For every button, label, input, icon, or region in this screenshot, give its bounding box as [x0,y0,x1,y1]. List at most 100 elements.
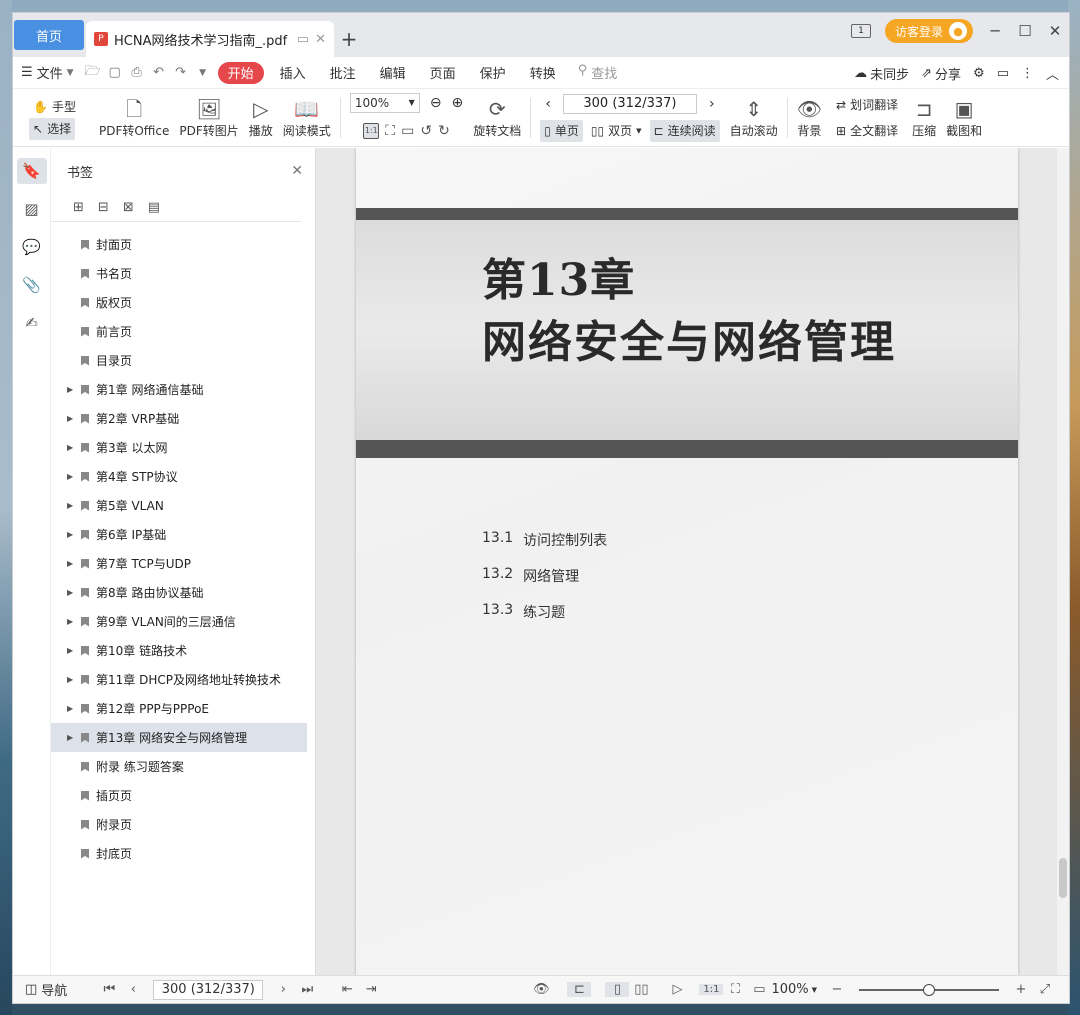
vertical-scrollbar[interactable] [1057,148,1069,975]
expand-arrow-icon[interactable]: ▶ [67,733,77,742]
expand-arrow-icon[interactable]: ▶ [67,617,77,626]
page-number-input[interactable]: 300 (312/337) [562,93,697,114]
bookmark-item[interactable]: ▶ 第11章 DHCP及网络地址转换技术 [51,665,307,694]
double-page-button[interactable]: ▯▯ 双页 ▼ [587,120,646,142]
full-translate-button[interactable]: ⊞ 全文翻译 [832,120,902,142]
compress-button[interactable]: ⊐ 压缩 [912,96,936,139]
last-page-icon[interactable]: ⏭ [295,982,319,997]
next-page-icon[interactable]: › [709,96,715,112]
bookmark-item[interactable]: ▶ 第12章 PPP与PPPoE [51,694,307,723]
maximize-icon[interactable]: ☐ [1017,22,1033,40]
rotate-document-button[interactable]: ⟳ 旋转文档 [473,96,521,139]
first-page-icon[interactable]: ⏮ [97,982,121,997]
fit-width-icon[interactable]: ▭ [747,982,771,997]
fit-width-icon[interactable]: ▭ [401,123,414,139]
close-window-icon[interactable]: ✕ [1047,22,1063,40]
bookmark-item[interactable]: ▶ 第7章 TCP与UDP [51,549,307,578]
select-tool[interactable]: ↖ 选择 [29,117,76,140]
print-icon[interactable]: ⎙ [126,65,148,80]
file-menu[interactable]: ☰ 文件 ▼ [21,63,74,82]
expand-arrow-icon[interactable]: ▶ [67,704,77,713]
pin-icon[interactable]: ▭ [297,32,309,47]
menu-insert[interactable]: 插入 [268,63,318,82]
single-page-mode-icon[interactable]: ▯ [605,982,630,997]
bookmark-item[interactable]: ▶ 第3章 以太网 [51,433,307,462]
continuous-mode-icon[interactable]: ⊏ [567,982,592,997]
redo-icon[interactable]: ↷ [170,65,192,80]
comment-panel-icon[interactable]: 💬 [17,234,47,260]
attachment-icon[interactable]: 📎 [17,272,47,298]
bookmark-item[interactable]: ▶ 第13章 网络安全与网络管理 [51,723,307,752]
add-sub-bookmark-icon[interactable]: ⊟ [98,200,109,215]
actual-size-icon[interactable]: 1:1 [699,984,724,995]
screenshot-button[interactable]: ▣ 截图和 [946,96,982,139]
nav-toggle[interactable]: ◫ 导航 [25,980,67,999]
undo-icon[interactable]: ↶ [148,65,170,80]
bookmark-item[interactable]: 附录页 [51,810,307,839]
bookmark-item[interactable]: 附录 练习题答案 [51,752,307,781]
bookmark-item[interactable]: ▶ 第2章 VRP基础 [51,404,307,433]
bookmark-item[interactable]: 插页页 [51,781,307,810]
bookmark-item[interactable]: ▶ 第9章 VLAN间的三层通信 [51,607,307,636]
more-dropdown-icon[interactable]: ▼ [192,68,214,78]
word-translate-button[interactable]: ⇄ 划词翻译 [832,94,902,116]
sync-status[interactable]: ☁ 未同步 [854,64,909,83]
expand-arrow-icon[interactable]: ▶ [67,385,77,394]
expand-arrow-icon[interactable]: ▶ [67,675,77,684]
continuous-reading-button[interactable]: ⊏ 连续阅读 [649,119,720,142]
background-button[interactable]: 👁 背景 [797,96,822,139]
bookmark-item[interactable]: 封底页 [51,839,307,868]
document-tab[interactable]: P HCNA网络技术学习指南_.pdf ▭ ✕ [86,21,334,57]
bookmark-add-icon[interactable]: ⊠ [123,200,134,215]
search-box[interactable]: ⚲ 查找 [578,63,618,82]
expand-arrow-icon[interactable]: ▶ [67,472,77,481]
fit-page-icon[interactable]: ⛶ [385,123,395,139]
bookmark-item[interactable]: ▶ 第8章 路由协议基础 [51,578,307,607]
status-zoom-select[interactable]: 100% ▼ [771,982,817,997]
play-icon[interactable]: ▷ [665,982,689,997]
fullscreen-icon[interactable]: ⤢ [1033,982,1057,997]
pdf-to-image-button[interactable]: 🖼 PDF转图片 [179,96,238,139]
menu-page[interactable]: 页面 [418,63,468,82]
save-icon[interactable]: ▢ [104,65,126,80]
bookmark-item[interactable]: ▶ 第10章 链路技术 [51,636,307,665]
status-page-input[interactable]: 300 (312/337) [153,979,264,1000]
bookmark-delete-icon[interactable]: ▤ [148,200,160,215]
double-page-mode-icon[interactable]: ▯▯ [629,982,653,997]
zoom-slider[interactable] [859,983,999,996]
next-page-icon[interactable]: › [271,982,295,997]
eye-protect-icon[interactable]: 👁 [529,982,553,997]
zoom-out-icon[interactable]: ⊖ [430,95,442,111]
scrollbar-thumb[interactable] [1059,858,1067,898]
zoom-in-icon[interactable]: + [1009,982,1033,997]
share-button[interactable]: ⇗ 分享 [921,64,961,83]
bookmark-item[interactable]: ▶ 第4章 STP协议 [51,462,307,491]
zoom-select[interactable]: 100% ▼ [349,92,420,113]
settings-icon[interactable]: ⚙ [973,66,985,81]
hand-tool[interactable]: ✋ 手型 [29,96,80,118]
expand-arrow-icon[interactable]: ▶ [67,530,77,539]
guest-login-button[interactable]: 访客登录 ● [884,19,973,43]
window-count-badge[interactable]: 1 [850,24,871,38]
prev-page-icon[interactable]: ‹ [545,96,551,112]
new-tab-button[interactable]: + [334,21,364,57]
bookmark-item[interactable]: 目录页 [51,346,307,375]
expand-arrow-icon[interactable]: ▶ [67,443,77,452]
prev-page-icon[interactable]: ‹ [121,982,145,997]
zoom-slider-knob[interactable] [923,983,935,996]
single-page-button[interactable]: ▯ 单页 [540,119,583,142]
comment-icon[interactable]: ▭ [997,66,1009,81]
home-tab[interactable]: 首页 [14,20,84,50]
bookmark-item[interactable]: 封面页 [51,230,307,259]
signature-icon[interactable]: ✍ [17,310,47,336]
menu-protect[interactable]: 保护 [468,63,518,82]
collapse-ribbon-icon[interactable]: ︿ [1046,64,1059,83]
menu-edit[interactable]: 编辑 [368,63,418,82]
bookmark-item[interactable]: ▶ 第6章 IP基础 [51,520,307,549]
pdf-to-office-button[interactable]: 🗋 PDF转Office [99,96,169,139]
bookmark-item[interactable]: 版权页 [51,288,307,317]
close-panel-icon[interactable]: ✕ [291,163,303,179]
expand-arrow-icon[interactable]: ▶ [67,501,77,510]
bookmark-item[interactable]: ▶ 第5章 VLAN [51,491,307,520]
close-tab-icon[interactable]: ✕ [315,32,326,47]
